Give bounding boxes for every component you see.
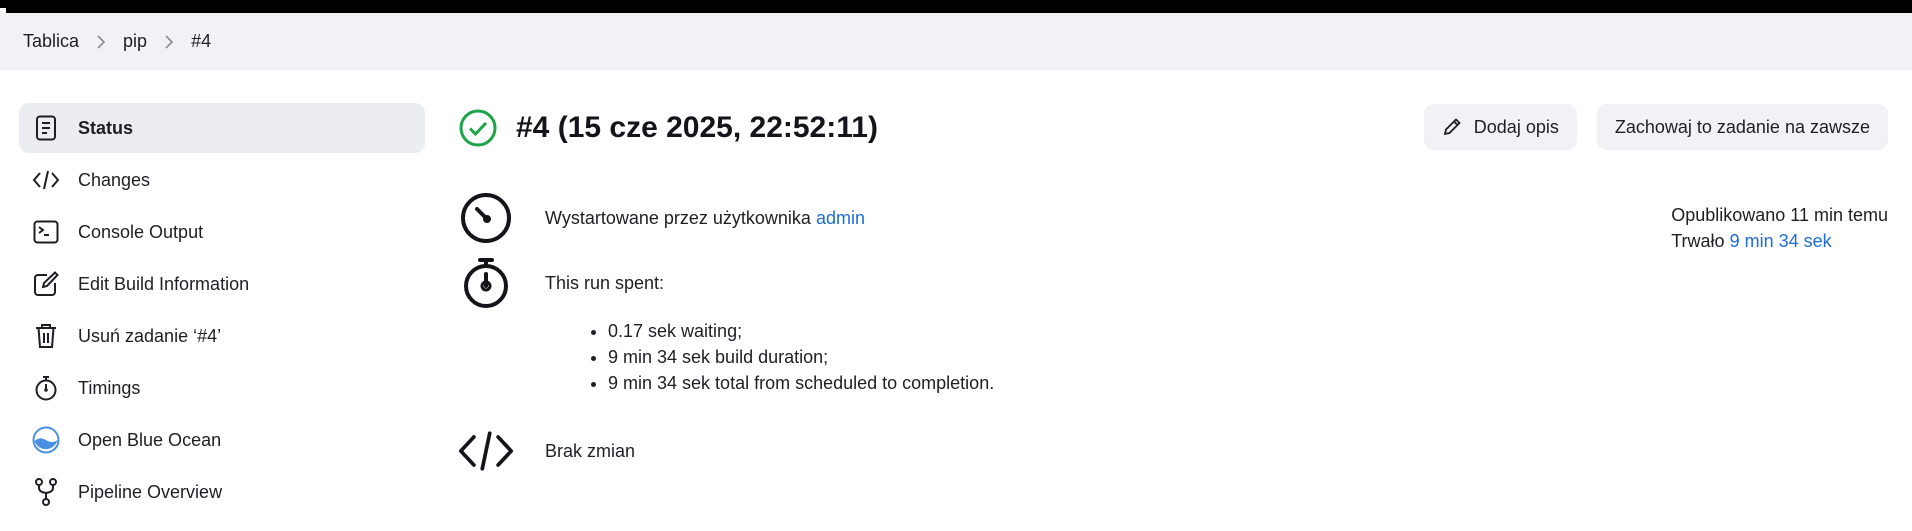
build-actions: Dodaj opis Zachowaj to zadanie na zawsze bbox=[1423, 104, 1888, 150]
code-icon bbox=[32, 166, 60, 194]
breadcrumb-dashboard[interactable]: Tablica bbox=[23, 31, 79, 52]
breadcrumb: Tablica pip #4 bbox=[0, 13, 1912, 70]
stopwatch-icon bbox=[32, 374, 60, 402]
sidebar: Status Changes Console Output Edit Build… bbox=[19, 103, 425, 519]
terminal-icon bbox=[32, 218, 60, 246]
started-by-row: Wystartowane przez użytkownika admin bbox=[458, 190, 865, 246]
build-main-panel: #4 (15 cze 2025, 22:52:11) Dodaj opis Za… bbox=[458, 100, 1888, 471]
list-item: 9 min 34 sek total from scheduled to com… bbox=[608, 370, 994, 396]
sidebar-item-label: Open Blue Ocean bbox=[78, 429, 222, 450]
stopwatch-icon bbox=[458, 255, 514, 311]
run-spent-list: 0.17 sek waiting; 9 min 34 sek build dur… bbox=[586, 318, 994, 396]
sidebar-item-label: Changes bbox=[78, 169, 151, 190]
sidebar-item-label: Pipeline Overview bbox=[78, 481, 223, 502]
changes-row: Brak zmian bbox=[458, 423, 635, 479]
success-check-icon bbox=[458, 108, 498, 148]
list-item: 9 min 34 sek build duration; bbox=[608, 344, 994, 370]
no-changes-text: Brak zmian bbox=[545, 440, 636, 461]
sidebar-item-label: Console Output bbox=[78, 221, 204, 242]
blue-ocean-icon bbox=[32, 426, 60, 454]
published-time: Opublikowano 11 min temu bbox=[1671, 205, 1888, 225]
sidebar-item-status[interactable]: Status bbox=[19, 103, 425, 153]
build-meta: Opublikowano 11 min temu Trwało 9 min 34… bbox=[1671, 202, 1888, 254]
duration-line: Trwało 9 min 34 sek bbox=[1671, 228, 1888, 254]
sidebar-item-label: Edit Build Information bbox=[78, 273, 250, 294]
sidebar-item-pipeline-overview[interactable]: Pipeline Overview bbox=[19, 467, 425, 517]
document-icon bbox=[32, 114, 60, 142]
trash-icon bbox=[32, 322, 60, 350]
chevron-right-icon bbox=[164, 34, 174, 49]
sidebar-item-timings[interactable]: Timings bbox=[19, 363, 425, 413]
edit-icon bbox=[32, 270, 60, 298]
sidebar-item-label: Status bbox=[78, 117, 134, 138]
sidebar-item-edit-build-information[interactable]: Edit Build Information bbox=[19, 259, 425, 309]
chevron-right-icon bbox=[96, 34, 106, 49]
top-header-bar bbox=[0, 0, 1912, 13]
user-link-admin[interactable]: admin bbox=[816, 208, 865, 228]
add-description-label: Dodaj opis bbox=[1473, 116, 1559, 137]
duration-link[interactable]: 9 min 34 sek bbox=[1730, 231, 1832, 251]
run-spent-heading: This run spent: bbox=[545, 272, 665, 293]
list-item: 0.17 sek waiting; bbox=[608, 318, 994, 344]
gauge-icon bbox=[458, 190, 514, 246]
keep-forever-button[interactable]: Zachowaj to zadanie na zawsze bbox=[1596, 104, 1888, 150]
keep-forever-label: Zachowaj to zadanie na zawsze bbox=[1614, 116, 1870, 137]
sidebar-item-label: Timings bbox=[78, 377, 141, 398]
breadcrumb-build[interactable]: #4 bbox=[191, 31, 211, 52]
breadcrumb-job[interactable]: pip bbox=[123, 31, 147, 52]
started-by-prefix: Wystartowane przez użytkownika bbox=[545, 207, 811, 228]
sidebar-item-changes[interactable]: Changes bbox=[19, 155, 425, 205]
page-title: #4 (15 cze 2025, 22:52:11) bbox=[516, 111, 878, 144]
run-spent-row: This run spent: bbox=[458, 255, 664, 311]
started-by-text: Wystartowane przez użytkownika admin bbox=[545, 208, 865, 229]
sidebar-item-console-output[interactable]: Console Output bbox=[19, 207, 425, 257]
duration-label: Trwało bbox=[1671, 231, 1725, 251]
sidebar-item-delete-build[interactable]: Usuń zadanie ‘#4’ bbox=[19, 311, 425, 361]
pipeline-icon bbox=[32, 478, 60, 506]
add-description-button[interactable]: Dodaj opis bbox=[1423, 104, 1577, 150]
sidebar-item-open-blue-ocean[interactable]: Open Blue Ocean bbox=[19, 415, 425, 465]
code-icon bbox=[458, 423, 514, 479]
sidebar-item-label: Usuń zadanie ‘#4’ bbox=[78, 325, 222, 346]
pencil-icon bbox=[1442, 117, 1462, 137]
